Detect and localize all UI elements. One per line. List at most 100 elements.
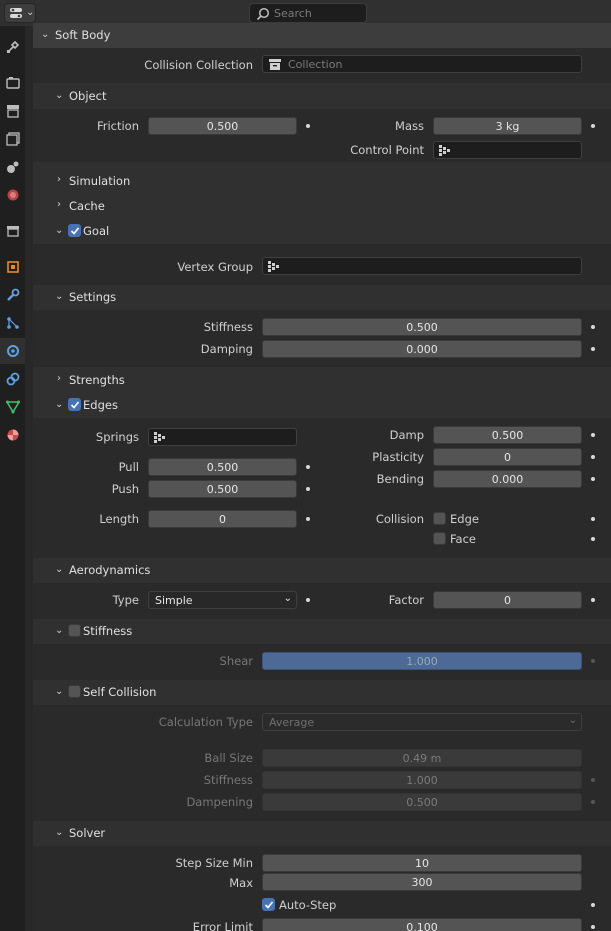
friction-field[interactable]: 0.500 — [148, 117, 297, 135]
tab-view-layer[interactable] — [0, 126, 25, 152]
subpanel-settings-header[interactable]: ⌄ Settings — [33, 285, 611, 310]
constraints-icon — [6, 372, 19, 386]
subpanel-title: Solver — [69, 826, 106, 840]
control-point-label: Control Point — [350, 143, 424, 157]
tab-physics[interactable] — [0, 338, 25, 364]
tab-world[interactable] — [0, 182, 25, 208]
keyframe-dot[interactable] — [306, 517, 310, 521]
subpanel-title: Goal — [83, 224, 110, 238]
auto-step-checkbox[interactable] — [262, 898, 275, 911]
step-size-min-field[interactable]: 10 — [262, 854, 582, 872]
self-collision-checkbox[interactable] — [68, 685, 81, 698]
subpanel-title: Aerodynamics — [69, 563, 151, 577]
damp-field[interactable]: 0.500 — [433, 426, 582, 444]
search-input[interactable] — [274, 5, 362, 21]
subpanel-goal-header[interactable]: ⌄ Goal — [33, 219, 611, 244]
goal-stiffness-field[interactable]: 0.500 — [262, 318, 582, 336]
step-size-max-field[interactable]: 300 — [262, 873, 582, 891]
shear-label: Shear — [219, 654, 253, 668]
keyframe-dot[interactable] — [591, 433, 595, 437]
keyframe-dot[interactable] — [306, 598, 310, 602]
aero-type-select[interactable]: Simple ⌄ — [148, 591, 297, 609]
edges-checkbox[interactable] — [68, 398, 81, 411]
keyframe-dot[interactable] — [306, 124, 310, 128]
keyframe-dot[interactable] — [591, 325, 595, 329]
tab-modifier[interactable] — [0, 282, 25, 308]
self-collision-subpanel-body: Calculation Type Average ⌄ Ball Size 0.4… — [33, 705, 611, 821]
vertex-group-field[interactable] — [262, 257, 582, 275]
keyframe-dot[interactable] — [306, 465, 310, 469]
tab-object[interactable] — [0, 254, 25, 280]
length-field[interactable]: 0 — [148, 510, 297, 528]
keyframe-dot[interactable] — [591, 659, 595, 663]
dampening-field[interactable]: 0.500 — [262, 793, 582, 811]
chevron-down-icon: ⌄ — [55, 90, 64, 101]
keyframe-dot[interactable] — [591, 517, 595, 521]
subpanel-title: Edges — [83, 398, 118, 412]
shear-field[interactable]: 1.000 — [262, 652, 582, 670]
edge-stiffness-subpanel-body: Shear 1.000 — [33, 644, 611, 680]
tab-material[interactable] — [0, 422, 25, 448]
springs-label: Springs — [95, 430, 139, 444]
render-icon — [5, 77, 20, 89]
tab-particles[interactable] — [0, 310, 25, 336]
subpanel-title: Strengths — [69, 373, 125, 387]
keyframe-dot[interactable] — [306, 487, 310, 491]
panel-soft-body-header[interactable]: ⌄ Soft Body — [33, 23, 611, 48]
tab-data[interactable] — [0, 394, 25, 420]
collision-collection-row: Collision Collection Collection — [33, 48, 611, 83]
check-icon — [264, 901, 274, 909]
face-collision-checkbox[interactable] — [433, 532, 446, 545]
keyframe-dot[interactable] — [591, 477, 595, 481]
subpanel-object-header[interactable]: ⌄ Object — [33, 84, 611, 109]
tab-tool[interactable] — [0, 34, 25, 60]
ball-size-field[interactable]: 0.49 m — [262, 749, 582, 767]
subpanel-solver-header[interactable]: ⌄ Solver — [33, 821, 611, 846]
tab-constraints[interactable] — [0, 366, 25, 392]
keyframe-dot[interactable] — [591, 124, 595, 128]
pull-field[interactable]: 0.500 — [148, 458, 297, 476]
tab-scene[interactable] — [0, 154, 25, 180]
tab-render[interactable] — [0, 70, 25, 96]
keyframe-dot[interactable] — [591, 598, 595, 602]
subpanel-simulation-header[interactable]: › Simulation — [33, 169, 611, 194]
calculation-type-select[interactable]: Average ⌄ — [262, 713, 582, 731]
error-limit-field[interactable]: 0.100 — [262, 918, 582, 931]
keyframe-dot[interactable] — [591, 778, 595, 782]
subpanel-self-collision-header[interactable]: ⌄ Self Collision — [33, 680, 611, 705]
editor-type-button[interactable]: ⌄ — [4, 3, 36, 23]
push-field[interactable]: 0.500 — [148, 480, 297, 498]
keyframe-dot[interactable] — [591, 347, 595, 351]
keyframe-dot[interactable] — [591, 800, 595, 804]
keyframe-dot[interactable] — [591, 537, 595, 541]
self-stiffness-field[interactable]: 1.000 — [262, 771, 582, 789]
edge-stiffness-checkbox[interactable] — [68, 624, 81, 637]
push-label: Push — [111, 482, 139, 496]
tab-output[interactable] — [0, 98, 25, 124]
subpanel-aerodynamics-header[interactable]: ⌄ Aerodynamics — [33, 558, 611, 583]
springs-field[interactable] — [148, 428, 297, 446]
subpanel-edge-stiffness-header[interactable]: ⌄ Stiffness — [33, 619, 611, 644]
subpanel-strengths-header[interactable]: › Strengths — [33, 368, 611, 393]
subpanel-edges-header[interactable]: ⌄ Edges — [33, 393, 611, 418]
view-layer-icon — [5, 132, 20, 146]
bending-field[interactable]: 0.000 — [433, 470, 582, 488]
subpanel-cache-header[interactable]: › Cache — [33, 194, 611, 219]
object-icon — [6, 261, 19, 273]
goal-damping-field[interactable]: 0.000 — [262, 340, 582, 358]
edge-collision-checkbox[interactable] — [433, 512, 446, 525]
keyframe-dot[interactable] — [591, 925, 595, 929]
keyframe-dot[interactable] — [591, 455, 595, 459]
tab-collection[interactable] — [0, 218, 25, 244]
goal-checkbox[interactable] — [68, 224, 81, 237]
keyframe-dot[interactable] — [591, 903, 595, 907]
data-icon — [5, 400, 20, 414]
plasticity-field[interactable]: 0 — [433, 448, 582, 466]
error-limit-label: Error Limit — [192, 920, 253, 931]
factor-field[interactable]: 0 — [433, 591, 582, 609]
collision-collection-field[interactable]: Collection — [262, 55, 582, 73]
search-box[interactable] — [249, 3, 367, 23]
mass-field[interactable]: 3 kg — [433, 117, 582, 135]
control-point-field[interactable] — [433, 141, 582, 159]
chevron-right-icon: › — [57, 174, 61, 185]
